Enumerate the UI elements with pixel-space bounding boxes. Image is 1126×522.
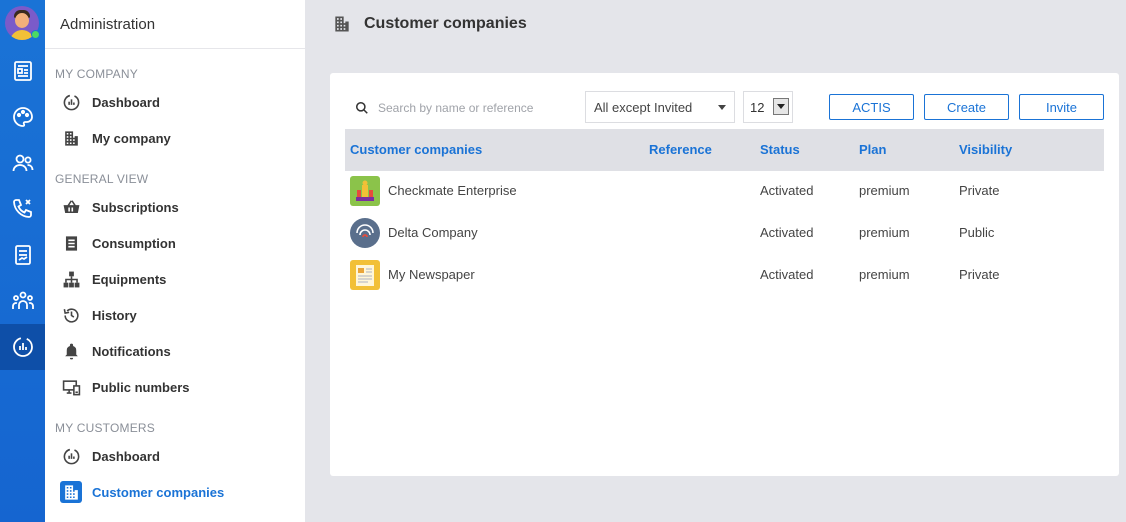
company-visibility: Private xyxy=(959,267,1000,282)
company-status: Activated xyxy=(760,225,814,240)
company-visibility: Public xyxy=(959,225,995,240)
sidebar-item-label: Dashboard xyxy=(92,94,160,110)
company-plan: premium xyxy=(859,267,910,282)
sidebar-title: Administration xyxy=(45,0,305,49)
filter-select[interactable]: All except Invited xyxy=(585,91,735,123)
company-name[interactable]: Checkmate Enterprise xyxy=(388,183,517,198)
rail-phone-icon[interactable] xyxy=(0,186,45,232)
actis-button[interactable]: ACTIS xyxy=(829,94,914,120)
sidebar-item-dashboard[interactable]: Dashboard xyxy=(60,90,300,114)
dashboard-icon xyxy=(60,91,82,113)
dashboard-icon xyxy=(60,445,82,467)
page-size-select[interactable]: 12 xyxy=(743,91,793,123)
sidebar-item-label: History xyxy=(92,307,137,323)
chevron-down-icon xyxy=(718,105,726,110)
company-logo xyxy=(350,176,380,206)
company-name[interactable]: My Newspaper xyxy=(388,267,475,282)
rail-palette-icon[interactable] xyxy=(0,94,45,140)
history-icon xyxy=(60,304,82,326)
sidebar-item-subscriptions[interactable]: Subscriptions xyxy=(60,195,300,219)
companies-card: All except Invited 12 ACTIS Create Invit… xyxy=(330,73,1119,476)
building-icon xyxy=(60,127,82,149)
column-header-name[interactable]: Customer companies xyxy=(350,142,482,157)
company-logo xyxy=(350,260,380,290)
building-icon xyxy=(332,14,352,34)
invite-button[interactable]: Invite xyxy=(1019,94,1104,120)
search-box xyxy=(355,95,575,120)
company-plan: premium xyxy=(859,225,910,240)
sidebar-item-label: Consumption xyxy=(92,235,176,251)
search-input[interactable] xyxy=(378,100,568,115)
company-name[interactable]: Delta Company xyxy=(388,225,478,240)
company-status: Activated xyxy=(760,267,814,282)
page-header: Customer companies xyxy=(305,0,1126,48)
page-size-value: 12 xyxy=(750,99,765,115)
table-row[interactable]: My Newspaper Activated premium Private xyxy=(345,255,1104,297)
dropdown-arrow-icon[interactable] xyxy=(773,98,789,115)
company-status: Activated xyxy=(760,183,814,198)
table-row[interactable]: Delta Company Activated premium Public xyxy=(345,213,1104,255)
column-header-status[interactable]: Status xyxy=(760,142,800,157)
sidebar-item-label: Public numbers xyxy=(92,379,190,395)
sidebar-item-label: Equipments xyxy=(92,271,167,287)
rail-team-icon[interactable] xyxy=(0,278,45,324)
hierarchy-icon xyxy=(60,268,82,290)
app-rail xyxy=(0,0,45,522)
sidebar-item-label: Dashboard xyxy=(92,448,160,464)
page-title: Customer companies xyxy=(364,15,527,32)
receipt-icon xyxy=(60,232,82,254)
rail-news-icon[interactable] xyxy=(0,48,45,94)
sidebar-item-label: Notifications xyxy=(92,343,171,359)
rail-admin-dashboard-icon[interactable] xyxy=(0,324,45,370)
company-visibility: Private xyxy=(959,183,1000,198)
sidebar-item-label: My company xyxy=(92,130,171,146)
sidebar-item-consumption[interactable]: Consumption xyxy=(60,231,300,255)
filter-selected-value: All except Invited xyxy=(594,99,693,115)
sidebar-item-my-company[interactable]: My company xyxy=(60,126,300,150)
bell-icon xyxy=(60,340,82,362)
column-header-visibility[interactable]: Visibility xyxy=(959,142,1012,157)
create-button[interactable]: Create xyxy=(924,94,1009,120)
presence-indicator xyxy=(31,30,40,39)
sidebar-item-customer-companies[interactable]: Customer companies xyxy=(60,480,300,504)
building-icon xyxy=(60,481,82,503)
section-my-company: MY COMPANY xyxy=(55,67,138,81)
search-icon xyxy=(355,101,368,114)
company-plan: premium xyxy=(859,183,910,198)
column-header-reference[interactable]: Reference xyxy=(649,142,712,157)
table-header: Customer companies Reference Status Plan… xyxy=(345,129,1104,171)
monitor-phone-icon xyxy=(60,376,82,398)
sidebar-item-label: Customer companies xyxy=(92,484,225,500)
basket-icon xyxy=(60,196,82,218)
sidebar-item-history[interactable]: History xyxy=(60,303,300,327)
column-header-plan[interactable]: Plan xyxy=(859,142,886,157)
sidebar-item-customers-dashboard[interactable]: Dashboard xyxy=(60,444,300,468)
sidebar-item-notifications[interactable]: Notifications xyxy=(60,339,300,363)
sidebar-item-public-numbers[interactable]: Public numbers xyxy=(60,375,300,399)
company-logo xyxy=(350,218,380,248)
rail-document-icon[interactable] xyxy=(0,232,45,278)
table-row[interactable]: Checkmate Enterprise Activated premium P… xyxy=(345,171,1104,213)
rail-contacts-icon[interactable] xyxy=(0,140,45,186)
sidebar-item-label: Subscriptions xyxy=(92,199,179,215)
sidebar-item-equipments[interactable]: Equipments xyxy=(60,267,300,291)
section-my-customers: MY CUSTOMERS xyxy=(55,421,155,435)
admin-sidebar: Administration MY COMPANY Dashboard My c… xyxy=(45,0,305,522)
section-general-view: GENERAL VIEW xyxy=(55,172,149,186)
